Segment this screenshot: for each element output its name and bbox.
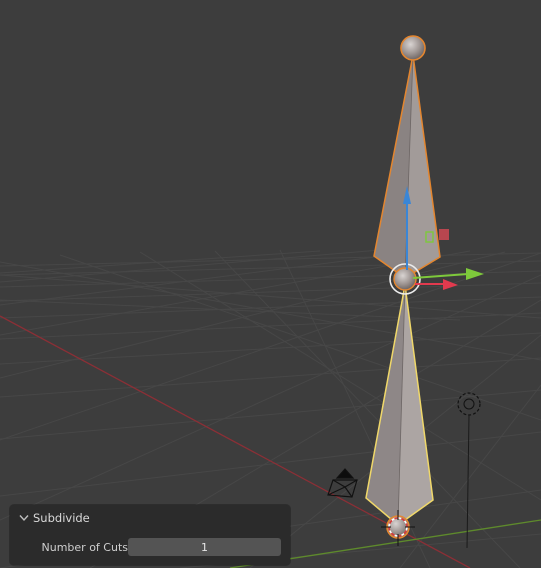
bone-joint-middle[interactable] bbox=[389, 263, 421, 295]
light-object[interactable] bbox=[457, 392, 481, 549]
panel-title: Subdivide bbox=[33, 511, 90, 525]
gizmo-x-arrow bbox=[443, 279, 458, 290]
operator-redo-panel: Subdivide Number of Cuts 1 bbox=[10, 505, 290, 565]
number-of-cuts-field[interactable]: 1 bbox=[128, 538, 281, 556]
number-of-cuts-row: Number of Cuts 1 bbox=[10, 537, 290, 557]
camera-object[interactable] bbox=[327, 468, 358, 498]
gizmo-plane-red-handle bbox=[439, 229, 449, 240]
panel-header[interactable]: Subdivide bbox=[10, 505, 290, 531]
number-of-cuts-label: Number of Cuts bbox=[41, 540, 128, 554]
chevron-down-icon[interactable] bbox=[19, 513, 29, 523]
number-of-cuts-value: 1 bbox=[201, 540, 208, 554]
bone-head-joint-top[interactable] bbox=[400, 35, 426, 61]
3d-viewport[interactable] bbox=[0, 0, 541, 568]
gizmo-y-arrow bbox=[466, 268, 484, 280]
